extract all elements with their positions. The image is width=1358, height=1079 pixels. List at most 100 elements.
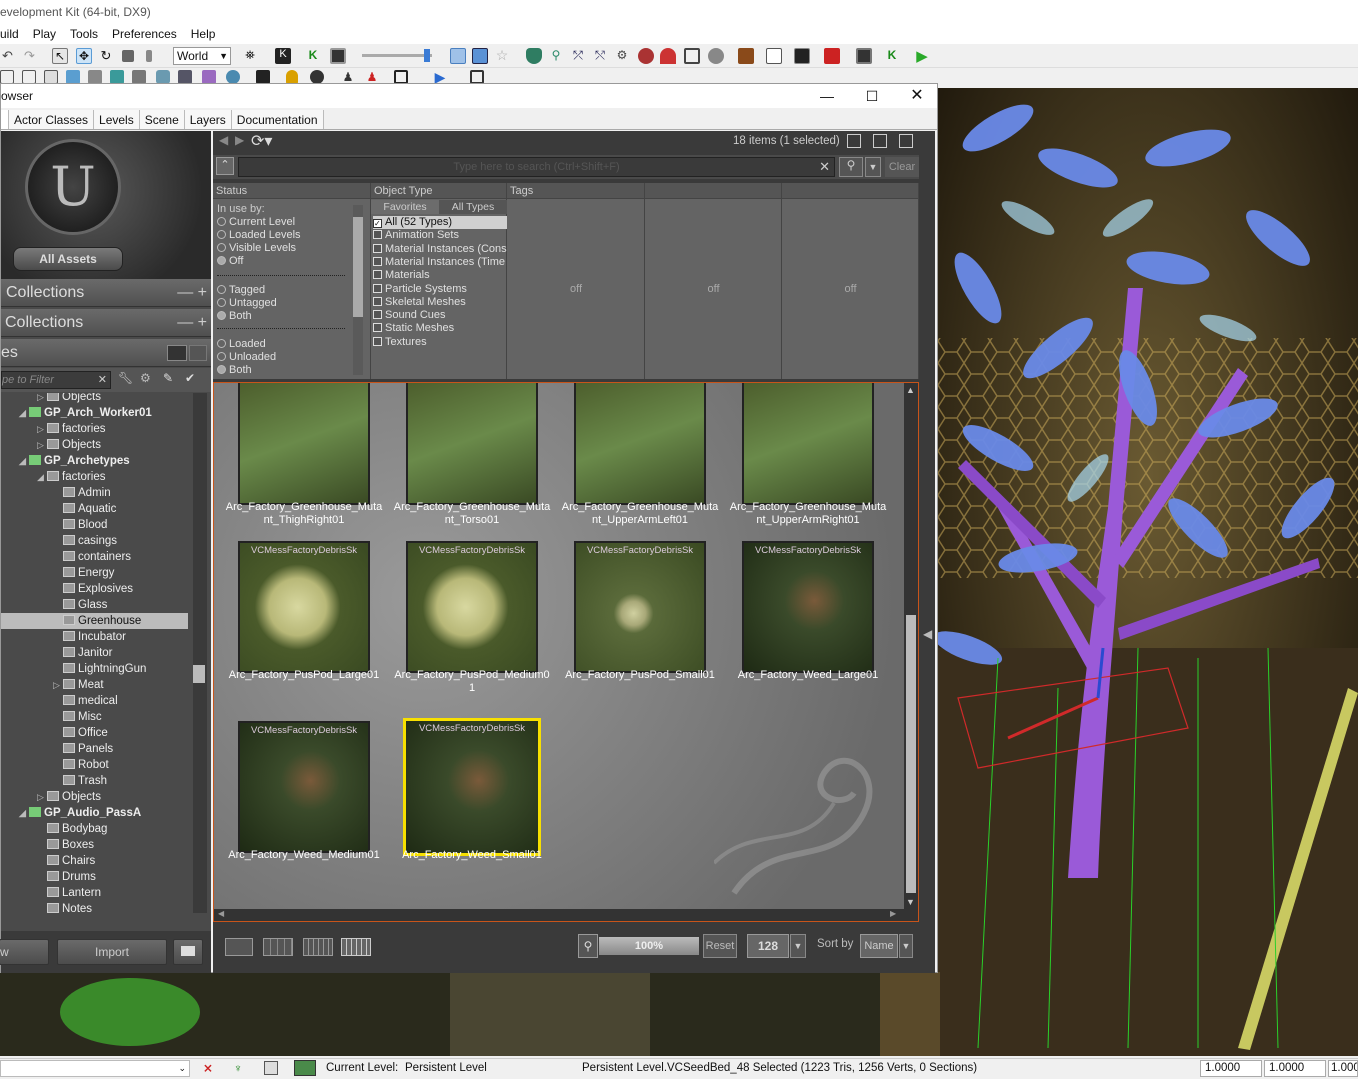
- lock-icon[interactable]: [286, 70, 298, 84]
- type-checkbox-row[interactable]: Textures: [373, 336, 427, 349]
- menu-preferences[interactable]: Preferences: [105, 24, 184, 44]
- frame-icon[interactable]: [394, 70, 408, 84]
- list-view-icon[interactable]: [167, 345, 187, 361]
- zoom-search-icon[interactable]: ⚲: [578, 934, 598, 958]
- expander-icon[interactable]: ▷: [37, 789, 47, 805]
- sort-chevron-icon[interactable]: ▼: [899, 934, 913, 958]
- path-icon[interactable]: ⤱: [570, 48, 586, 64]
- matinee-icon[interactable]: [330, 48, 346, 64]
- type-checkbox-row[interactable]: Material Instances (Time: [373, 256, 505, 269]
- forward-icon[interactable]: ▶: [235, 133, 244, 147]
- tree-item[interactable]: Misc: [1, 709, 193, 725]
- cube-solid-icon[interactable]: [44, 70, 58, 84]
- window-icon[interactable]: [450, 48, 466, 64]
- refresh-icon[interactable]: ⟳▾: [251, 131, 272, 151]
- radio-unloaded[interactable]: Unloaded: [217, 351, 276, 364]
- tree-item[interactable]: casings: [1, 533, 193, 549]
- tree-item[interactable]: ▷ Objects: [1, 437, 193, 453]
- tree-item[interactable]: ◢ GP_Archetypes: [1, 453, 193, 469]
- scale-y-field[interactable]: 1.0000: [1264, 1060, 1326, 1077]
- tree-item[interactable]: Office: [1, 725, 193, 741]
- type-checkbox-row[interactable]: Sound Cues: [373, 309, 446, 322]
- checkbox-icon[interactable]: [373, 283, 382, 293]
- thumb-size-select[interactable]: 128: [747, 934, 789, 958]
- search-input[interactable]: Type here to search (Ctrl+Shift+F) ✕: [238, 157, 835, 177]
- expander-icon[interactable]: ▷: [53, 677, 63, 693]
- view-large-icon[interactable]: [225, 938, 253, 956]
- menu-play[interactable]: Play: [26, 24, 63, 44]
- tree-item[interactable]: Glass: [1, 597, 193, 613]
- tree-item[interactable]: LightningGun: [1, 661, 193, 677]
- kismet-green-icon[interactable]: K: [305, 48, 321, 64]
- camera-icon[interactable]: [708, 48, 724, 64]
- sort-select[interactable]: Name: [860, 934, 898, 958]
- cube-gray-icon[interactable]: [88, 70, 102, 84]
- tree-scroll-thumb[interactable]: [193, 665, 205, 683]
- reset-zoom-button[interactable]: Reset: [703, 934, 737, 958]
- world-select[interactable]: World ▼: [173, 47, 231, 65]
- tree-item[interactable]: Boxes: [1, 837, 193, 853]
- tree-item[interactable]: Notes: [1, 901, 193, 917]
- save-all-icon[interactable]: [794, 48, 810, 64]
- grid-scroll-thumb[interactable]: [906, 615, 916, 893]
- status-scroll-thumb[interactable]: [353, 217, 363, 317]
- collapse-filters-icon[interactable]: ⌃: [216, 157, 234, 175]
- shared-collections-header[interactable]: Collections — +: [1, 279, 211, 307]
- sphere-icon[interactable]: [226, 70, 240, 84]
- asset-thumbnail[interactable]: [406, 383, 538, 505]
- tree-item[interactable]: Aquatic: [1, 501, 193, 517]
- search-options-icon[interactable]: ⚲: [839, 157, 863, 177]
- tree-item[interactable]: ▷ Objects: [1, 789, 193, 805]
- tab-actor-classes[interactable]: Actor Classes: [9, 110, 95, 129]
- type-checkbox-row[interactable]: ✓ All (52 Types): [373, 216, 507, 229]
- checkbox-icon[interactable]: [373, 336, 382, 346]
- pencil-icon[interactable]: ✎: [163, 371, 173, 385]
- type-checkbox-row[interactable]: Static Meshes: [373, 322, 454, 335]
- clear-filter-icon[interactable]: ✕: [98, 372, 107, 388]
- undo-icon[interactable]: ↶: [2, 48, 18, 64]
- radio-tagged[interactable]: Tagged: [217, 284, 265, 297]
- search-options-chevron-icon[interactable]: ▼: [865, 157, 881, 177]
- tree-item[interactable]: Panels: [1, 741, 193, 757]
- radio-loaded-levels[interactable]: Loaded Levels: [217, 229, 301, 242]
- private-collections-header[interactable]: Collections — +: [1, 309, 211, 337]
- view-grid-icon[interactable]: [341, 938, 371, 956]
- tree-item[interactable]: Lantern: [1, 885, 193, 901]
- checkbox-icon[interactable]: [373, 296, 382, 306]
- checkbox-checked-icon[interactable]: ✓: [373, 219, 382, 228]
- maximize-button[interactable]: ☐: [849, 84, 895, 108]
- tree-item[interactable]: ◢ GP_Audio_PassA: [1, 805, 193, 821]
- tree-item[interactable]: medical: [1, 693, 193, 709]
- asset-thumbnail[interactable]: VCMessFactoryDebrisSk: [238, 721, 370, 853]
- checkbox-icon[interactable]: [373, 310, 382, 320]
- grid-scrollbar[interactable]: ▲ ▼: [904, 383, 918, 921]
- tab-layers[interactable]: Layers: [184, 110, 232, 129]
- radio-untagged[interactable]: Untagged: [217, 297, 277, 310]
- expander-icon[interactable]: ◢: [37, 469, 47, 485]
- scroll-down-icon[interactable]: ▼: [906, 897, 915, 907]
- lamp-icon[interactable]: ♆: [228, 1060, 248, 1076]
- minimize-button[interactable]: —: [804, 84, 850, 108]
- open-window-icon[interactable]: [873, 134, 887, 148]
- radio-loaded[interactable]: Loaded: [217, 338, 266, 351]
- path-alt-icon[interactable]: ⤲: [592, 48, 608, 64]
- tab-content-browser[interactable]: [1, 110, 9, 129]
- build-lighting-icon[interactable]: [638, 48, 654, 64]
- drag-grid-slider[interactable]: [362, 54, 432, 57]
- tree-item[interactable]: ◢ GP_Arch_Worker01: [1, 405, 193, 421]
- cylinder-icon[interactable]: [156, 70, 170, 84]
- tree-item[interactable]: ▷ Objects: [1, 393, 193, 405]
- h-scrollbar[interactable]: ◀ ▶: [214, 909, 904, 921]
- type-checkbox-row[interactable]: Materials: [373, 269, 430, 282]
- asset-thumbnail[interactable]: VCMessFactoryDebrisSk: [403, 718, 541, 856]
- asset-thumbnail[interactable]: [574, 383, 706, 505]
- radio-current-level[interactable]: Current Level: [217, 216, 295, 229]
- sheet-icon[interactable]: [178, 70, 192, 84]
- favorites-tab[interactable]: Favorites: [371, 200, 439, 214]
- translate-icon[interactable]: ✥: [76, 48, 92, 64]
- tree-scrollbar[interactable]: [193, 393, 207, 913]
- status-scrollbar[interactable]: [353, 205, 363, 375]
- kismet-k-icon[interactable]: K: [884, 48, 900, 64]
- asset-thumbnail[interactable]: [238, 383, 370, 505]
- browser-icon[interactable]: [472, 48, 488, 64]
